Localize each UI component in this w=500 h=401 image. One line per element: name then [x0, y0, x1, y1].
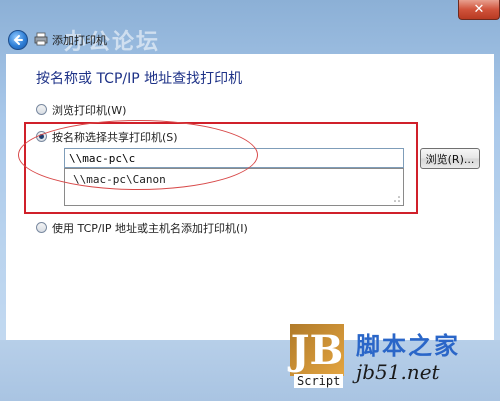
- logo-jb-mark: JB: [290, 324, 344, 376]
- browse-button[interactable]: 浏览(R)...: [420, 148, 480, 169]
- logo-site-name: 脚本之家: [356, 332, 460, 360]
- close-button[interactable]: ✕: [458, 0, 500, 20]
- logo-script-tag: Script: [294, 374, 344, 388]
- close-icon: ✕: [473, 2, 485, 17]
- printer-icon: [34, 32, 48, 46]
- window-title: 添加打印机: [52, 34, 107, 47]
- site-logo: JB 脚本之家 jb51.net Script: [280, 318, 480, 400]
- radio-tcpip-address[interactable]: [36, 222, 47, 233]
- window-frame: 办公论坛 ✕ 添加打印机 按名称或 TCP/IP 地址查找打印机 浏览打印机(W…: [0, 0, 500, 401]
- back-arrow-icon: [13, 35, 23, 45]
- logo-site-url: jb51.net: [356, 360, 440, 384]
- page-title: 按名称或 TCP/IP 地址查找打印机: [36, 71, 243, 87]
- radio-browse-printers[interactable]: [36, 104, 47, 115]
- radio-tcpip-address-label[interactable]: 使用 TCP/IP 地址或主机名添加打印机(I): [52, 220, 248, 236]
- radio-browse-printers-label[interactable]: 浏览打印机(W): [52, 102, 126, 118]
- back-button[interactable]: [8, 30, 28, 50]
- highlight-ellipse: [18, 120, 258, 190]
- wizard-content: 按名称或 TCP/IP 地址查找打印机 浏览打印机(W) 按名称选择共享打印机(…: [6, 54, 494, 340]
